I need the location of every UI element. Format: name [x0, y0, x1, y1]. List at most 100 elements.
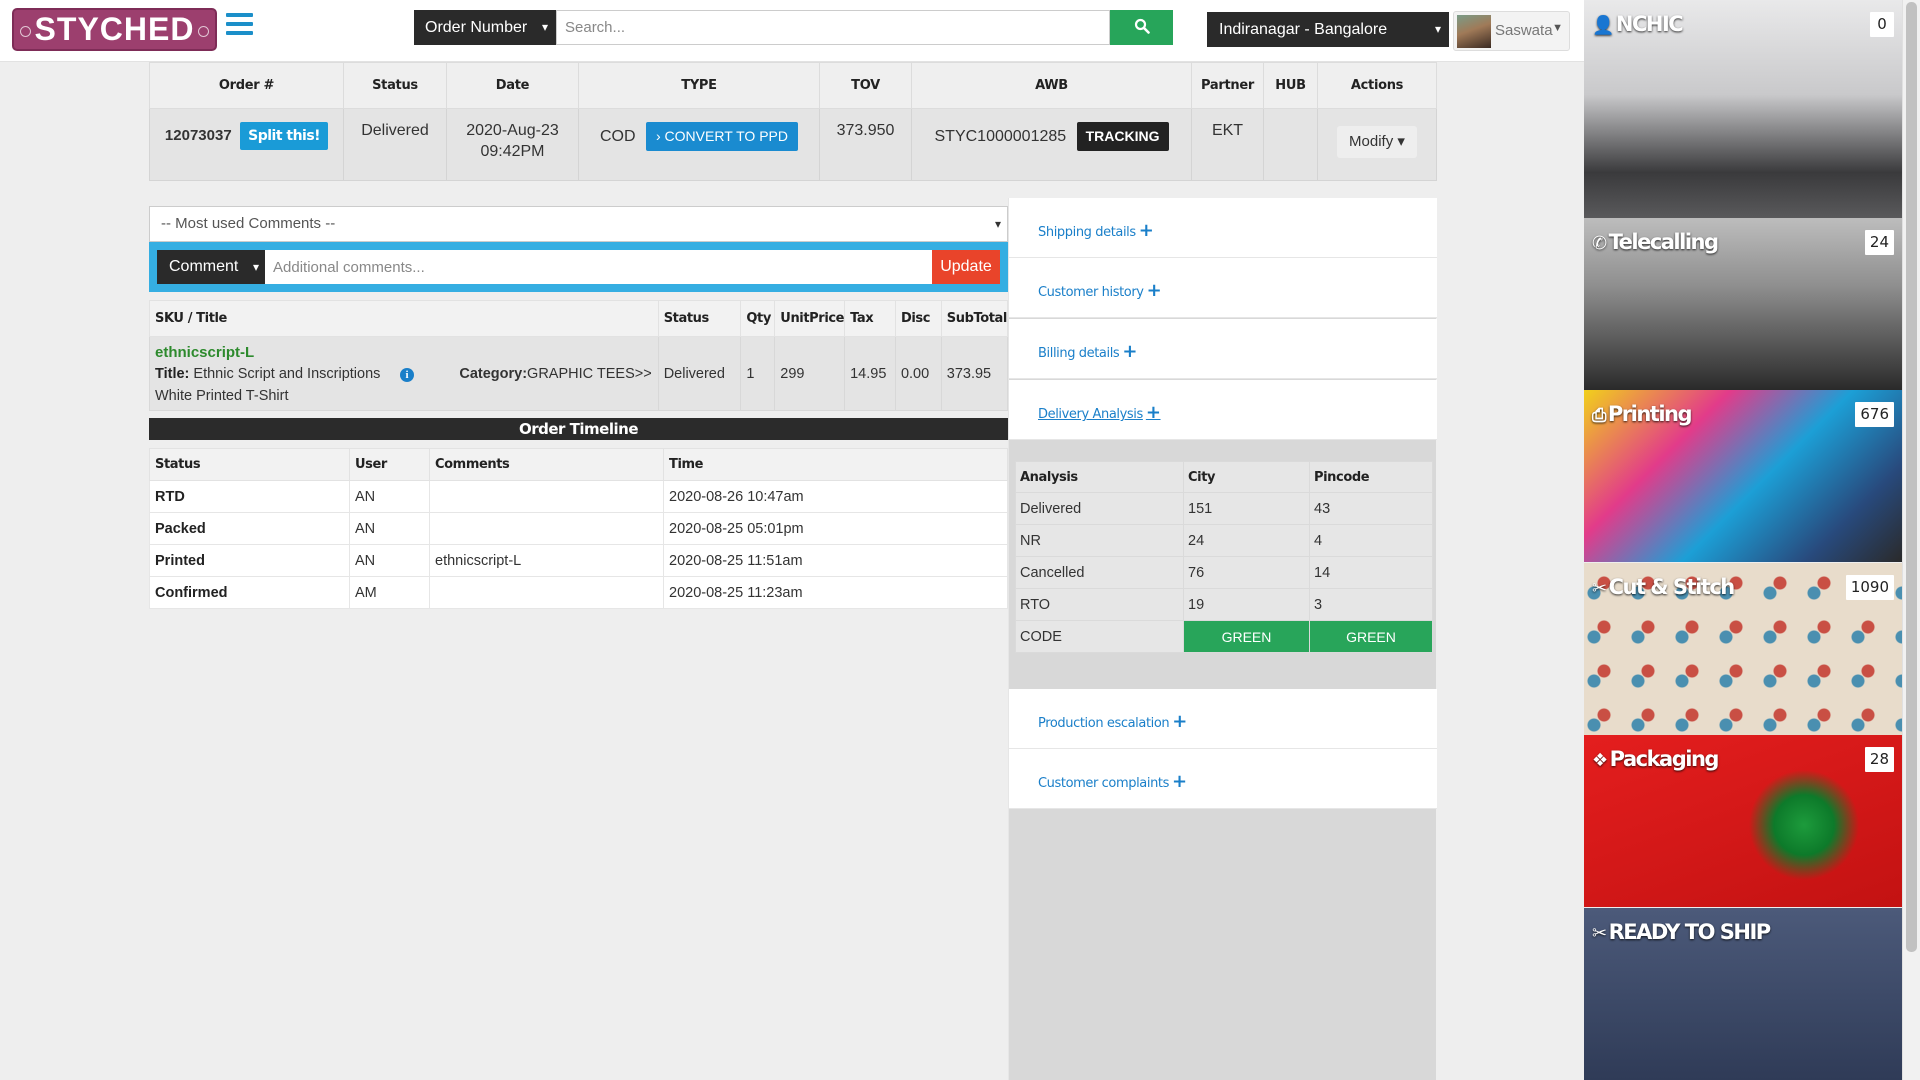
- user-menu[interactable]: Saswata ▼: [1453, 11, 1570, 51]
- tile-count-badge: 1090: [1845, 575, 1894, 600]
- tile-count-badge: 676: [1855, 402, 1894, 427]
- timeline-row: RTD AN 2020-08-26 10:47am: [149, 480, 1008, 513]
- sku-category: Category:GRAPHIC TEES>>: [459, 366, 651, 382]
- customer-complaints-accordion[interactable]: Customer complaints +: [1009, 749, 1437, 809]
- analysis-row: NR 24 4: [1015, 524, 1433, 557]
- logo-dot-icon: [198, 26, 209, 37]
- logo-dot-icon: [20, 26, 31, 37]
- col-sku-status: Status: [657, 300, 742, 337]
- col-city: City: [1183, 461, 1310, 493]
- sku-subtitle: White Printed T-Shirt: [155, 388, 289, 404]
- shipping-details-label: Shipping details +: [1038, 220, 1154, 241]
- comment-type-label: Comment: [169, 258, 239, 275]
- location-dropdown[interactable]: Indiranagar - Bangalore ▾: [1207, 12, 1449, 47]
- tile-ready-to-ship[interactable]: ✂ READY TO SHIP: [1584, 908, 1902, 1080]
- order-actions-cell: Modify ▾: [1317, 108, 1437, 181]
- chevron-down-icon: ▾: [541, 20, 548, 34]
- convert-to-ppd-button[interactable]: › CONVERT TO PPD: [646, 122, 798, 151]
- sku-code-link[interactable]: ethnicscript-L: [155, 344, 254, 361]
- plus-icon: +: [1172, 771, 1187, 792]
- timeline-comment: [429, 512, 664, 545]
- analysis-row: RTO 19 3: [1015, 588, 1433, 621]
- modify-dropdown[interactable]: Modify ▾: [1337, 126, 1417, 158]
- col-pincode: Pincode: [1309, 461, 1433, 493]
- search-input[interactable]: [556, 10, 1110, 45]
- timeline-time: 2020-08-25 11:51am: [663, 544, 1008, 577]
- analysis-city: 19: [1183, 588, 1310, 621]
- sku-category-text: GRAPHIC TEES>>: [527, 366, 652, 382]
- col-partner: Partner: [1191, 62, 1264, 109]
- search-type-label: Order Number: [425, 19, 528, 36]
- billing-details-label: Billing details +: [1038, 341, 1137, 362]
- chevron-down-icon: ▾: [994, 217, 1001, 231]
- analysis-header-row: Analysis City Pincode: [1015, 461, 1433, 493]
- order-timeline-table: Status User Comments Time RTD AN 2020-08…: [149, 448, 1008, 609]
- top-header: STYCHED Order Number ▾ Indiranagar - Ban…: [0, 0, 1584, 62]
- chevron-down-icon: ▾: [252, 260, 259, 274]
- tile-title: ❖ Packaging: [1592, 747, 1719, 771]
- timeline-comment: [429, 480, 664, 513]
- order-time: 09:42PM: [480, 143, 545, 160]
- analysis-label: NR: [1015, 524, 1184, 557]
- sku-qty: 1: [740, 336, 776, 411]
- update-button[interactable]: Update: [932, 250, 1000, 284]
- printer-icon: ⎙: [1592, 405, 1606, 426]
- billing-details-accordion[interactable]: Billing details +: [1009, 319, 1437, 379]
- timeline-status: RTD: [149, 480, 350, 513]
- timeline-row: Confirmed AM 2020-08-25 11:23am: [149, 576, 1008, 609]
- tile-printing[interactable]: ⎙ Printing 676: [1584, 390, 1902, 562]
- analysis-pincode: 43: [1309, 492, 1433, 525]
- sku-subtotal: 373.95: [940, 336, 1009, 411]
- timeline-status: Packed: [149, 512, 350, 545]
- tile-count-badge: 24: [1864, 230, 1894, 255]
- shipping-details-accordion[interactable]: Shipping details +: [1009, 198, 1437, 258]
- order-row: 12073037 Split this! Delivered 2020-Aug-…: [149, 108, 1437, 181]
- plus-icon: +: [1172, 711, 1187, 732]
- split-order-button[interactable]: Split this!: [240, 122, 329, 150]
- most-used-comments-select[interactable]: -- Most used Comments -- ▾: [149, 206, 1008, 242]
- order-tov: 373.950: [819, 108, 912, 181]
- timeline-header-row: Status User Comments Time: [149, 448, 1008, 481]
- order-hub: [1263, 108, 1318, 181]
- timeline-row: Printed AN ethnicscript-L 2020-08-25 11:…: [149, 544, 1008, 577]
- tracking-button[interactable]: TRACKING: [1076, 122, 1169, 151]
- logo[interactable]: STYCHED: [12, 8, 217, 51]
- hamburger-menu-icon[interactable]: [226, 13, 253, 37]
- tile-nchic[interactable]: 👤 NCHIC 0: [1584, 0, 1902, 172]
- tile-cut-and-stitch[interactable]: ✂ Cut & Stitch 1090: [1584, 563, 1902, 735]
- tile-count-badge: 28: [1864, 747, 1894, 772]
- scissors-icon: ✂: [1592, 923, 1607, 944]
- code-city-badge: GREEN: [1183, 620, 1310, 653]
- sku-category-label: Category:: [459, 366, 528, 382]
- order-details-panel: Shipping details + Customer history + Bill…: [1008, 198, 1437, 1080]
- comment-type-dropdown[interactable]: Comment ▾: [157, 250, 265, 284]
- col-sku-unitprice: UnitPrice: [774, 300, 846, 337]
- timeline-time: 2020-08-25 05:01pm: [663, 512, 1008, 545]
- search-button[interactable]: [1110, 10, 1173, 45]
- comment-bar: Comment ▾ Update: [149, 242, 1008, 292]
- production-escalation-accordion[interactable]: Production escalation +: [1009, 689, 1437, 749]
- search-type-dropdown[interactable]: Order Number ▾: [414, 10, 556, 45]
- col-sku-tax: Tax: [844, 300, 896, 337]
- order-date-cell: 2020-Aug-23 09:42PM: [446, 108, 579, 181]
- col-status: Status: [343, 62, 447, 109]
- page-scrollbar[interactable]: [1902, 0, 1920, 1080]
- tile-telecalling[interactable]: ✆ Telecalling 24: [1584, 218, 1902, 390]
- customer-history-accordion[interactable]: Customer history +: [1009, 258, 1437, 318]
- info-icon[interactable]: i: [400, 368, 414, 382]
- col-hub: HUB: [1263, 62, 1318, 109]
- location-label: Indiranagar - Bangalore: [1219, 21, 1388, 38]
- additional-comments-input[interactable]: [265, 250, 932, 284]
- scissors-icon: ✂: [1592, 578, 1607, 599]
- timeline-time: 2020-08-26 10:47am: [663, 480, 1008, 513]
- delivery-analysis-accordion[interactable]: Delivery Analysis +: [1009, 380, 1437, 440]
- tile-packaging[interactable]: ❖ Packaging 28: [1584, 735, 1902, 907]
- sku-tax: 14.95: [844, 336, 896, 411]
- tile-count-badge: 0: [1870, 12, 1894, 37]
- order-date: 2020-Aug-23: [466, 122, 559, 139]
- timeline-user: AN: [349, 544, 430, 577]
- plus-icon: +: [1138, 220, 1154, 241]
- user-icon: 👤: [1592, 15, 1614, 36]
- scrollbar-thumb[interactable]: [1906, 2, 1917, 952]
- cubes-icon: ❖: [1592, 750, 1608, 771]
